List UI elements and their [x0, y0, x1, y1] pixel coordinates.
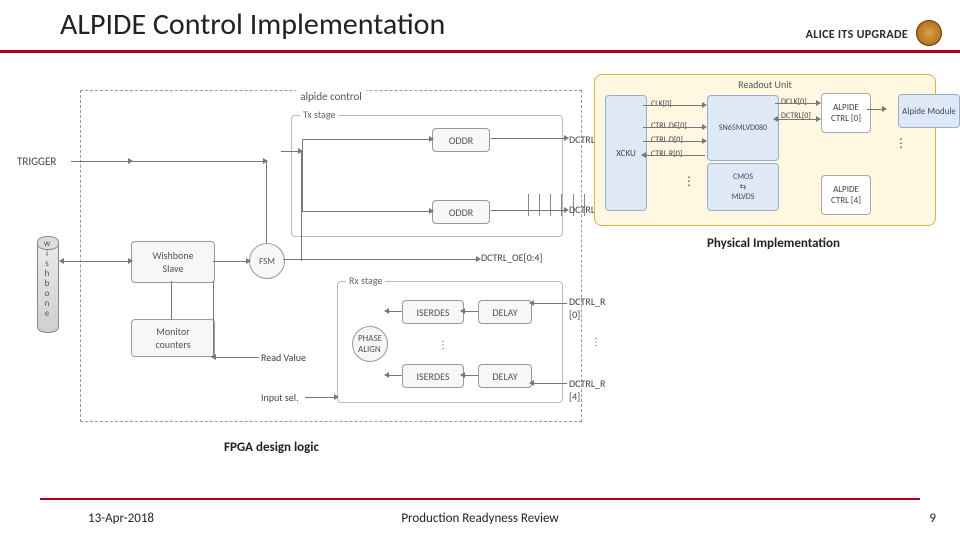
fpga-diagram: alpide control TRIGGER w i s h b o n e W…	[80, 90, 582, 422]
oddr-bot: ODDR	[432, 200, 490, 224]
alpide-ctrl-4: ALPIDE CTRL [4]	[821, 175, 871, 215]
tx-stage: Tx stage ODDR ODDR	[291, 115, 563, 237]
footer-page-number: 9	[929, 511, 936, 526]
iserdes-bot: ISERDES	[402, 364, 464, 388]
xcku-sig4: CTRL.R[0]	[651, 149, 682, 159]
arrow	[643, 105, 705, 106]
rx-in-top: DCTRL_R [0]	[569, 295, 605, 321]
arrow	[531, 303, 567, 304]
arrow	[302, 211, 432, 212]
arrow	[491, 138, 567, 139]
arrow	[531, 383, 567, 384]
brand-icon	[916, 20, 942, 46]
arrow	[171, 281, 172, 319]
dots-icon: ⋮	[683, 179, 695, 185]
arrow	[305, 397, 337, 398]
fsm-node: FSM	[249, 243, 285, 279]
delay-top: DELAY	[478, 300, 532, 324]
iserdes-top: ISERDES	[402, 300, 464, 324]
title-rule	[0, 50, 960, 53]
dots-icon: ⋮	[895, 141, 907, 147]
brand-label: ALICE ITS UPGRADE	[806, 28, 908, 42]
oddr-top: ODDR	[432, 128, 490, 152]
slide-root: ALPIDE Control Implementation ALICE ITS …	[0, 0, 960, 540]
arrow	[213, 357, 259, 358]
arrow	[643, 127, 705, 128]
arrow	[61, 261, 131, 262]
arrow	[213, 261, 249, 262]
arrow	[302, 139, 432, 140]
xcku-sig1: CLK[0]	[651, 99, 672, 109]
arrow	[386, 375, 402, 376]
wishbone-slave-node: Wishbone Slave	[131, 241, 215, 283]
phys-group-title: Readout Unit	[738, 78, 792, 91]
trigger-label: TRIGGER	[17, 155, 56, 168]
wishbone-bus-label: w i s h b o n e	[37, 239, 57, 319]
delay-bot: DELAY	[478, 364, 532, 388]
rx-in-bot: DCTRL_R [4]	[569, 377, 605, 403]
sn-note-block: CMOS ⇆ MLVDS	[707, 163, 779, 211]
arrow	[386, 311, 402, 312]
dots: ⋮	[438, 338, 448, 351]
read-value-label: Read Value	[261, 351, 306, 364]
dots: ⋮	[591, 335, 601, 348]
fpga-group-title: alpide control	[296, 90, 366, 103]
arrow	[301, 151, 302, 261]
arrow	[462, 375, 478, 376]
arrow	[491, 210, 567, 211]
dclk-label: DCLK[0]	[781, 97, 807, 107]
phys-caption: Physical Implementation	[707, 236, 840, 251]
arrow	[643, 141, 705, 142]
arrow	[283, 259, 479, 260]
xcku-sig2: CTRL.DE[0]	[651, 121, 687, 131]
phase-align-node: PHASE ALIGN	[352, 326, 388, 362]
footer-rule	[40, 498, 920, 500]
fpga-caption: FPGA design logic	[224, 440, 319, 455]
arrow	[775, 119, 819, 120]
xcku-sig3: CTRL.D[0]	[651, 135, 683, 145]
alpide-module-block: Alpide Module	[898, 94, 960, 128]
arrow	[867, 109, 885, 110]
arrow	[213, 281, 214, 357]
arrow	[281, 151, 301, 152]
footer-center: Production Readyness Review	[0, 511, 960, 526]
arrow	[71, 161, 131, 162]
arrow	[775, 103, 819, 104]
alpide-ctrl-0: ALPIDE CTRL [0]	[821, 93, 871, 133]
sn-block: SN65MLVD080	[707, 95, 779, 161]
monitor-counters-node: Monitor counters	[131, 319, 215, 357]
arrow	[643, 155, 705, 156]
arrow	[266, 161, 267, 243]
physical-diagram: Readout Unit XCKU CLK[0] CTRL.DE[0] CTRL…	[594, 74, 936, 226]
arrow	[131, 161, 266, 162]
arrow	[462, 311, 478, 312]
tx-stage-title: Tx stage	[300, 108, 338, 121]
page-title: ALPIDE Control Implementation	[60, 6, 445, 43]
rx-stage-title: Rx stage	[346, 274, 385, 287]
input-sel-label: Input sel.	[261, 391, 299, 404]
tx-oe: DCTRL_OE[0:4]	[481, 251, 542, 264]
